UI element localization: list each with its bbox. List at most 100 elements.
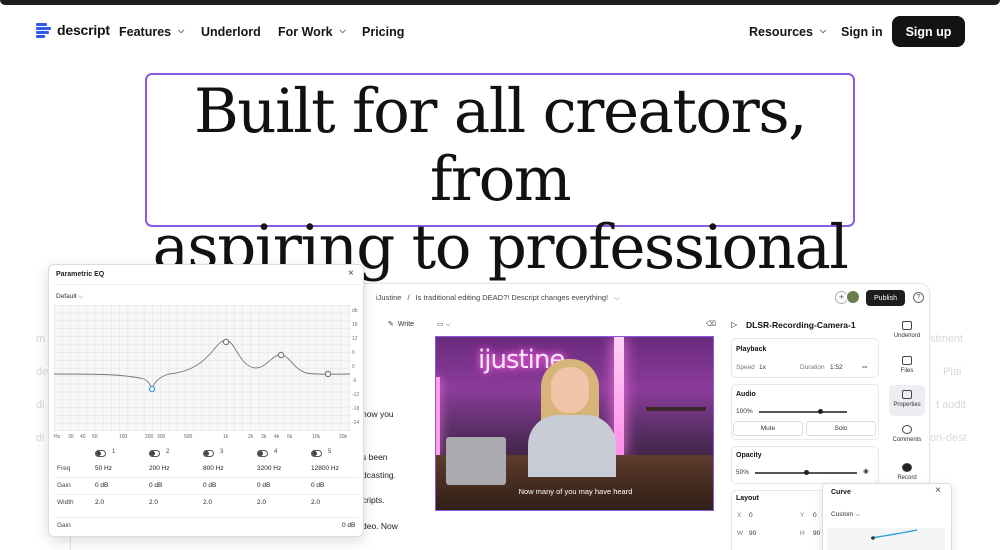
band-toggle[interactable]	[203, 450, 214, 457]
shelf	[646, 407, 706, 411]
eq-band-handle[interactable]	[277, 351, 285, 359]
trash-icon[interactable]: ⌫	[706, 320, 716, 328]
duration-value[interactable]: 1:52	[830, 364, 843, 371]
video-caption[interactable]: Now many of you may have heard	[436, 487, 713, 496]
laptop	[446, 437, 506, 485]
ghost-text: stment	[930, 333, 964, 345]
rail-files[interactable]: Files	[889, 356, 925, 374]
nav-underlord[interactable]: Underlord	[201, 25, 261, 39]
eq-value-field[interactable]: 50 Hz	[95, 465, 112, 472]
eq-db-tick: 12	[352, 336, 358, 342]
logo[interactable]: descript	[36, 22, 110, 38]
eq-db-tick: db	[352, 308, 358, 314]
clip-name[interactable]: DLSR-Recording-Camera-1	[746, 320, 856, 330]
opacity-slider-knob[interactable]	[803, 470, 809, 475]
breadcrumb-title[interactable]: Is traditional editing DEAD?! Descript c…	[416, 293, 609, 303]
w-field[interactable]: 90	[749, 530, 756, 537]
publish-button[interactable]: Publish	[866, 290, 905, 306]
nav-resources[interactable]: Resources ⌵	[749, 25, 826, 39]
mute-button[interactable]: Mute	[733, 421, 803, 436]
eq-row-label: Gain	[57, 482, 71, 489]
close-icon[interactable]: ×	[935, 485, 941, 496]
help-icon[interactable]: ?	[913, 292, 924, 303]
sliders-icon	[902, 390, 912, 399]
rail-comments[interactable]: Comments	[889, 425, 925, 443]
comment-icon	[902, 425, 912, 434]
band-number: 4	[274, 449, 278, 455]
eq-value-field[interactable]: 0 dB	[203, 482, 216, 489]
chevron-down-icon[interactable]: ⌵	[614, 293, 620, 303]
eq-response-graph[interactable]	[54, 305, 350, 431]
script-line[interactable]: cripts.	[362, 495, 385, 505]
speed-value[interactable]: 1x	[759, 364, 766, 371]
x-field[interactable]: 0	[749, 512, 753, 519]
eq-band-handle[interactable]	[148, 385, 156, 393]
rail-underlord[interactable]: Underlord	[889, 321, 925, 339]
eq-value-field[interactable]: 200 Hz	[149, 465, 170, 472]
eq-preset-select[interactable]: Default ⌵	[56, 293, 83, 301]
rail-record[interactable]: Record	[889, 463, 925, 481]
script-line[interactable]: s been	[362, 452, 388, 462]
video-preview[interactable]: ijustine Now many of you may have heard	[435, 336, 714, 511]
eq-value-field[interactable]: 2.0	[95, 499, 104, 506]
ghost-text: m	[36, 333, 46, 345]
toggle-knob	[204, 451, 209, 456]
script-line[interactable]: now you	[362, 409, 394, 419]
eq-db-tick: -24	[352, 420, 360, 426]
nav-pricing-label: Pricing	[362, 25, 405, 39]
breadcrumb-separator: /	[407, 293, 410, 302]
sign-in-label: Sign in	[841, 25, 883, 39]
script-line[interactable]: dcasting.	[362, 470, 396, 480]
breadcrumb: iJustine / Is traditional editing DEAD?!…	[376, 293, 620, 303]
eq-db-tick: 18	[352, 322, 358, 328]
eq-freq-tick: 10k	[312, 434, 321, 440]
master-gain-value[interactable]: 0 dB	[342, 522, 355, 529]
eq-value-field[interactable]: 0 dB	[257, 482, 270, 489]
band-toggle[interactable]	[149, 450, 160, 457]
nav-features-label: Features	[119, 25, 172, 39]
solo-button[interactable]: Solo	[806, 421, 876, 436]
eq-band-handle[interactable]	[324, 370, 332, 378]
band-toggle[interactable]	[257, 450, 268, 457]
band-toggle[interactable]	[95, 450, 106, 457]
avatar[interactable]	[846, 290, 860, 304]
sign-in-link[interactable]: Sign in	[841, 25, 883, 39]
band-number: 3	[220, 449, 224, 455]
link-icon[interactable]: ∾	[862, 363, 867, 371]
eq-value-field[interactable]: 0 dB	[149, 482, 162, 489]
rail-record-label: Record	[897, 475, 917, 481]
h-label: H	[800, 530, 805, 537]
eq-value-field[interactable]: 2.0	[203, 499, 212, 506]
eq-value-field[interactable]: 12800 Hz	[311, 465, 339, 472]
close-icon[interactable]: ×	[348, 268, 354, 279]
eq-value-field[interactable]: 2.0	[311, 499, 320, 506]
toggle-knob	[150, 451, 155, 456]
nav-for-work[interactable]: For Work ⌵	[278, 25, 346, 39]
script-line[interactable]: deo. Now	[362, 521, 398, 531]
eq-value-field[interactable]: 3200 Hz	[257, 465, 281, 472]
nav-pricing[interactable]: Pricing	[362, 25, 404, 39]
curve-graph[interactable]	[827, 528, 945, 550]
breadcrumb-project[interactable]: iJustine	[376, 293, 401, 303]
curve-preset-select[interactable]: Custom ⌵	[831, 511, 860, 519]
eq-value-field[interactable]: 2.0	[149, 499, 158, 506]
x-label: X	[737, 512, 742, 519]
eq-freq-tick: 200	[145, 434, 154, 440]
eq-value-field[interactable]: 2.0	[257, 499, 266, 506]
rail-properties[interactable]: Properties	[889, 385, 925, 416]
eq-value-field[interactable]: 0 dB	[311, 482, 324, 489]
write-mode-toggle[interactable]: ✎ Write	[388, 320, 414, 329]
h-field[interactable]: 90	[813, 530, 820, 537]
band-toggle[interactable]	[311, 450, 322, 457]
layout-select[interactable]: ▭ ⌵	[437, 320, 451, 329]
sign-up-button[interactable]: Sign up	[892, 16, 965, 47]
eq-value-field[interactable]: 0 dB	[95, 482, 108, 489]
eq-band-handle[interactable]	[222, 338, 230, 346]
nav-features[interactable]: Features ⌵	[119, 25, 184, 39]
volume-slider[interactable]	[759, 411, 847, 413]
w-label: W	[737, 530, 744, 537]
speed-label: Speed	[736, 364, 755, 371]
y-field[interactable]: 0	[813, 512, 817, 519]
eq-value-field[interactable]: 800 Hz	[203, 465, 224, 472]
visibility-eye-icon[interactable]: ◉	[863, 467, 869, 475]
